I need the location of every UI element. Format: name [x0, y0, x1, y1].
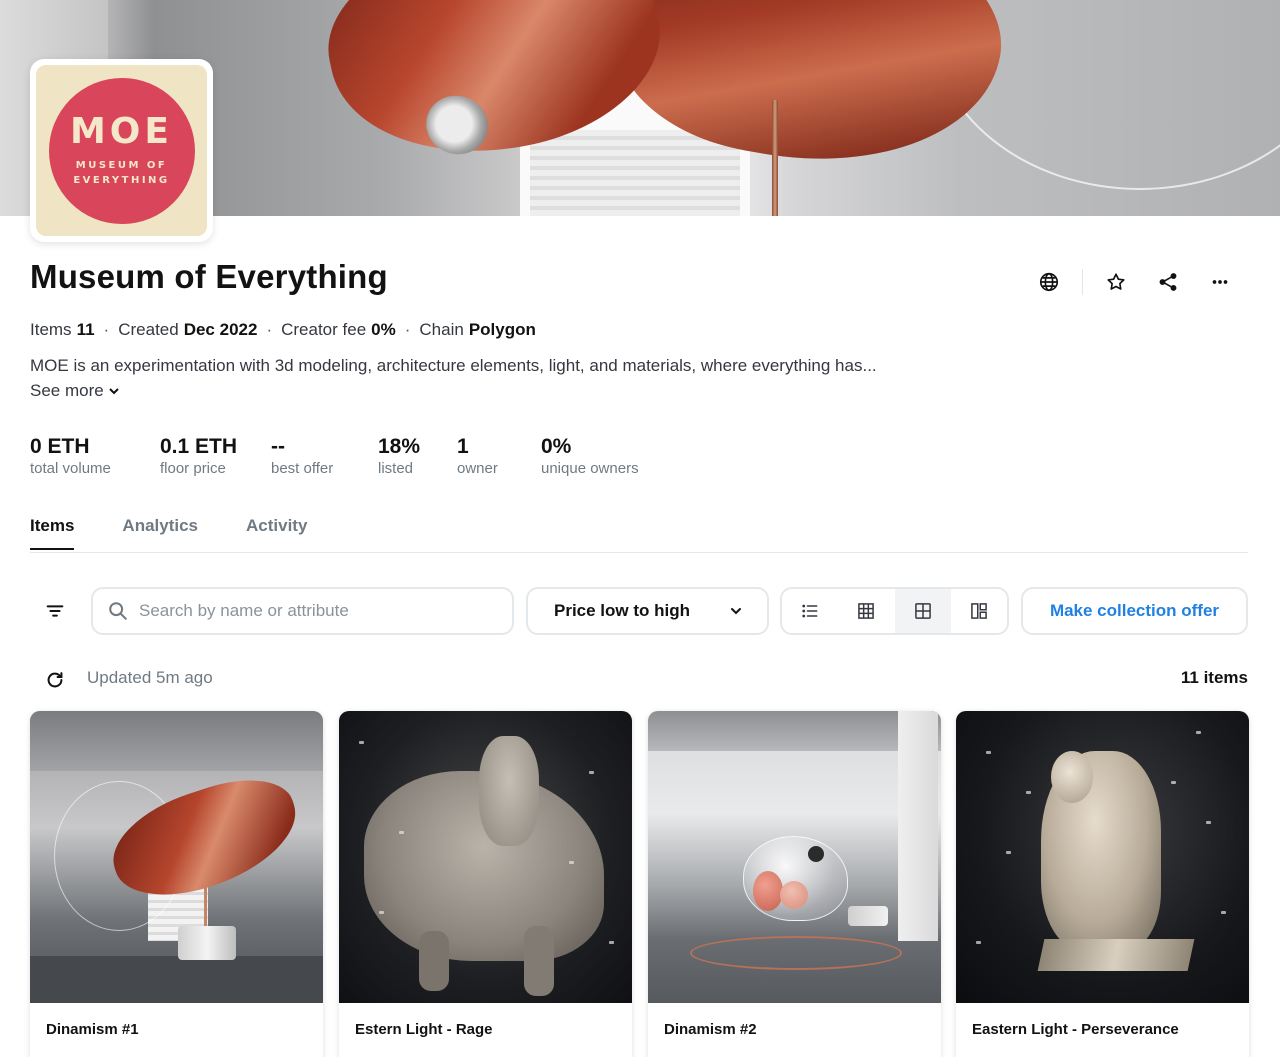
- creator-fee-value: 0%: [371, 320, 396, 339]
- actions-divider: [1082, 269, 1083, 295]
- stat-value: 0.1 ETH: [160, 435, 238, 458]
- stat-label: floor price: [160, 460, 226, 477]
- view-mode-toggle: [780, 587, 1009, 635]
- see-more-label: See more: [30, 381, 104, 400]
- item-name: Estern Light - Rage: [355, 1021, 493, 1038]
- tab-analytics[interactable]: Analytics: [122, 516, 198, 550]
- stat-value: 1: [457, 435, 469, 458]
- item-card[interactable]: Estern Light - Rage: [339, 711, 632, 1057]
- refresh-button[interactable]: [42, 667, 68, 693]
- filter-button[interactable]: [34, 590, 76, 632]
- logo-text: MOE: [69, 110, 174, 152]
- sort-selected: Price low to high: [554, 601, 691, 620]
- item-image: [339, 711, 632, 1003]
- item-card[interactable]: Eastern Light - Perseverance: [956, 711, 1249, 1057]
- chevron-down-icon: [108, 388, 119, 395]
- collection-actions: [1028, 262, 1241, 302]
- tab-activity[interactable]: Activity: [246, 516, 307, 550]
- make-collection-offer-button[interactable]: Make collection offer: [1021, 587, 1248, 635]
- gallery-icon: [971, 603, 987, 619]
- collection-description: MOE is an experimentation with 3d modeli…: [30, 356, 877, 375]
- item-image: [956, 711, 1249, 1003]
- stat-best-offer: -- best offer: [271, 435, 333, 479]
- gallery-view-button[interactable]: [951, 589, 1007, 633]
- updated-status: Updated 5m ago: [87, 668, 213, 687]
- collection-meta: Items 11 · Created Dec 2022 · Creator fe…: [30, 320, 536, 340]
- items-label: Items: [30, 320, 72, 339]
- collection-title: Museum of Everything: [30, 258, 388, 295]
- grid-large-icon: [914, 603, 931, 619]
- stat-listed: 18% listed: [378, 435, 420, 479]
- search-icon: [109, 602, 127, 620]
- tab-items[interactable]: Items: [30, 516, 75, 550]
- meta-separator: ·: [404, 320, 411, 339]
- refresh-icon: [47, 672, 63, 688]
- item-name: Eastern Light - Perseverance: [972, 1021, 1179, 1038]
- stat-label: unique owners: [541, 460, 639, 477]
- item-card[interactable]: Dinamism #1: [30, 711, 323, 1057]
- item-name: Dinamism #1: [46, 1021, 139, 1038]
- items-value: 11: [76, 320, 95, 339]
- stat-label: owner: [457, 460, 498, 477]
- search-input[interactable]: [139, 601, 479, 621]
- chain-label: Chain: [419, 320, 464, 339]
- chain-value: Polygon: [468, 320, 536, 339]
- sort-dropdown[interactable]: Price low to high: [526, 587, 769, 635]
- stat-total-volume: 0 ETH total volume: [30, 435, 111, 479]
- stat-label: total volume: [30, 460, 111, 477]
- logo-subtext-2: EVERYTHING: [73, 174, 170, 186]
- logo-subtext-1: MUSEUM OF: [75, 159, 168, 171]
- created-label: Created: [118, 320, 179, 339]
- chevron-down-icon: [731, 608, 741, 615]
- item-name: Dinamism #2: [664, 1021, 757, 1038]
- grid-large-view-button[interactable]: [894, 589, 951, 633]
- stat-label: listed: [378, 460, 414, 477]
- created-value: Dec 2022: [183, 320, 258, 339]
- grid-small-view-button[interactable]: [838, 589, 894, 633]
- meta-separator: ·: [266, 320, 273, 339]
- stat-value: 0%: [541, 435, 572, 458]
- list-view-button[interactable]: [782, 589, 838, 633]
- stat-label: best offer: [271, 460, 334, 477]
- items-count: 11 items: [1180, 668, 1248, 687]
- collection-tabs: Items Analytics Activity: [30, 516, 355, 550]
- share-icon[interactable]: [1147, 262, 1189, 302]
- moe-logo: MOE MUSEUM OF EVERYTHING: [48, 77, 195, 224]
- meta-separator: ·: [103, 320, 110, 339]
- stat-floor-price: 0.1 ETH floor price: [160, 435, 237, 479]
- globe-icon[interactable]: [1028, 262, 1070, 302]
- search-box[interactable]: [91, 587, 514, 635]
- list-view-icon: [802, 604, 818, 618]
- star-icon[interactable]: [1095, 262, 1137, 302]
- tabs-divider: [30, 552, 1248, 553]
- stat-value: 0 ETH: [30, 435, 90, 458]
- see-more-button[interactable]: See more: [30, 381, 120, 401]
- stat-unique-owners: 0% unique owners: [541, 435, 639, 479]
- grid-small-icon: [858, 603, 875, 619]
- stat-value: --: [271, 435, 285, 458]
- item-image: [30, 711, 323, 1003]
- more-icon[interactable]: [1199, 262, 1241, 302]
- stat-owner: 1 owner: [457, 435, 498, 479]
- creator-fee-label: Creator fee: [281, 320, 367, 339]
- filter-icon: [46, 605, 64, 617]
- collection-avatar: MOE MUSEUM OF EVERYTHING: [30, 59, 213, 242]
- item-image: [648, 711, 941, 1003]
- stat-value: 18%: [378, 435, 421, 458]
- item-card[interactable]: Dinamism #2: [648, 711, 941, 1057]
